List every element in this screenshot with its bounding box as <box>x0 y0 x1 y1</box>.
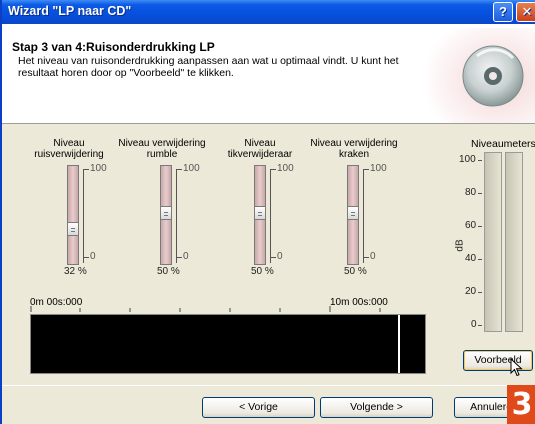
help-button[interactable]: ? <box>493 2 513 22</box>
help-icon: ? <box>499 4 507 19</box>
slider-noise-removal: Niveau ruisverwijdering <box>24 138 114 160</box>
slider-value-label: 50 % <box>344 266 367 277</box>
slider-max-label: 100 <box>90 163 107 174</box>
close-button[interactable]: ✕ <box>516 2 535 22</box>
slider-tick-max <box>176 169 182 170</box>
window-title: Wizard "LP naar CD" <box>8 4 132 18</box>
slider-tick-max <box>83 169 89 170</box>
step-description: Het niveau van ruisonderdrukking aanpass… <box>18 55 399 79</box>
slider-scale-line <box>363 169 364 263</box>
slider-min-label: 0 <box>183 251 189 262</box>
slider-max-label: 100 <box>370 163 387 174</box>
meter-scale-tick <box>478 325 482 326</box>
slider-rumble-removal: Niveau verwijdering rumble <box>117 138 207 160</box>
slider-click-removal: Niveau tikverwijderaar <box>215 138 305 160</box>
meter-scale-label: 60 <box>465 220 477 231</box>
slider-min-label: 0 <box>370 251 376 262</box>
slider-tick-min <box>363 257 369 258</box>
slider-label: Niveau tikverwijderaar <box>227 138 293 160</box>
playhead[interactable] <box>398 315 400 373</box>
meter-scale-tick <box>478 259 482 260</box>
step-title: Stap 3 van 4:Ruisonderdrukking LP <box>12 40 215 54</box>
meter-scale-label: 40 <box>465 253 477 264</box>
slider-tick-min <box>176 257 182 258</box>
level-meter-right <box>505 152 523 332</box>
step-number-badge: 3 <box>507 385 535 424</box>
slider-scale-line <box>176 169 177 263</box>
slider-tick-min <box>83 257 89 258</box>
slider-thumb[interactable] <box>254 206 266 220</box>
meters-title: Niveaumeters <box>471 138 535 150</box>
slider-max-label: 100 <box>183 163 200 174</box>
meter-scale-tick <box>478 160 482 161</box>
title-bar[interactable]: Wizard "LP naar CD" ? ✕ <box>2 0 535 24</box>
slider-thumb[interactable] <box>160 206 172 220</box>
slider-value-label: 50 % <box>157 266 180 277</box>
wizard-window: Wizard "LP naar CD" ? ✕ Stap 3 van 4:Rui… <box>0 0 535 424</box>
slider-track[interactable] <box>67 165 79 265</box>
meter-scale-label: 80 <box>465 187 477 198</box>
footer-divider <box>2 385 535 386</box>
slider-thumb[interactable] <box>67 221 79 236</box>
meter-scale-label: 0 <box>471 319 477 330</box>
slider-scale-line <box>83 169 84 263</box>
slider-crackle-removal: Niveau verwijdering kraken <box>309 138 399 160</box>
meters-unit-label: dB <box>454 239 466 252</box>
meter-scale-tick <box>478 226 482 227</box>
meter-scale-tick <box>478 193 482 194</box>
slider-thumb[interactable] <box>347 206 359 220</box>
waveform-display[interactable] <box>30 314 426 374</box>
previous-button[interactable]: < Vorige <box>202 397 315 418</box>
next-button[interactable]: Volgende > <box>320 397 433 418</box>
mouse-pointer-icon <box>510 358 523 377</box>
slider-max-label: 100 <box>277 163 294 174</box>
meter-scale-tick <box>478 292 482 293</box>
slider-label: Niveau ruisverwijdering <box>34 138 104 160</box>
slider-tick-max <box>270 169 276 170</box>
slider-value-label: 50 % <box>251 266 274 277</box>
meter-scale-label: 20 <box>465 286 477 297</box>
slider-tick-min <box>270 257 276 258</box>
close-icon: ✕ <box>521 4 533 19</box>
slider-value-label: 32 % <box>64 266 87 277</box>
slider-min-label: 0 <box>277 251 283 262</box>
slider-scale-line <box>270 169 271 263</box>
cd-disc-icon <box>427 28 535 123</box>
slider-label: Niveau verwijdering rumble <box>118 138 206 160</box>
slider-tick-max <box>363 169 369 170</box>
meter-scale-label: 100 <box>459 154 476 165</box>
level-meter-left <box>484 152 502 332</box>
slider-min-label: 0 <box>90 251 96 262</box>
timeline-ruler <box>30 306 381 312</box>
slider-label: Niveau verwijdering kraken <box>310 138 398 160</box>
